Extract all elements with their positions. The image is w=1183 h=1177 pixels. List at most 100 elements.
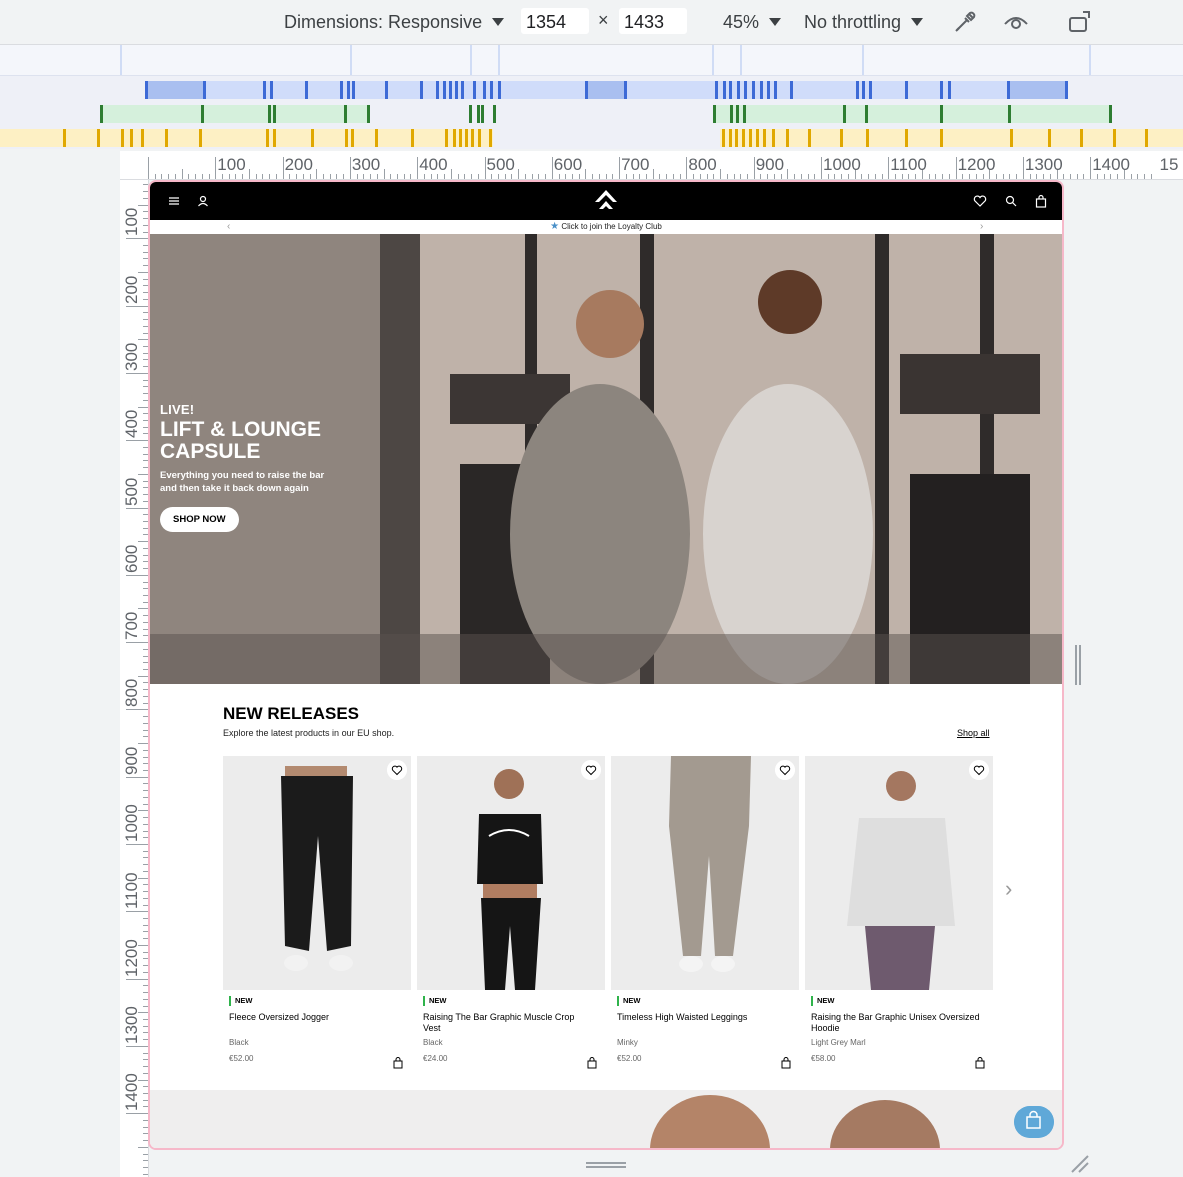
product-color: Light Grey Marl: [811, 1038, 866, 1047]
ruler-tick: [126, 978, 148, 980]
ruler-tick: [168, 174, 170, 179]
product-card[interactable]: NEW Raising The Bar Graphic Muscle Crop …: [417, 756, 605, 1076]
ruler-tick: [518, 169, 520, 179]
hero-banner[interactable]: LIVE! LIFT & LOUNGE CAPSULE Everything y…: [150, 234, 1062, 684]
height-input[interactable]: 1433: [619, 8, 687, 34]
ruler-label: 900: [122, 746, 141, 775]
max-width-bar[interactable]: [0, 81, 1183, 99]
product-name[interactable]: Fleece Oversized Jogger: [229, 1012, 399, 1023]
ruler-label: 1000: [122, 804, 141, 842]
resize-corner-icon[interactable]: [1068, 1152, 1090, 1174]
ruler-tick: [410, 174, 412, 179]
caret-down-icon: [492, 18, 505, 26]
width-input[interactable]: 1354: [521, 8, 589, 34]
zoom-label: 45%: [723, 11, 760, 32]
min-max-width-bar[interactable]: [0, 105, 1183, 123]
ruler-label: 1100: [122, 872, 141, 910]
throttling-dropdown[interactable]: No throttling: [804, 10, 924, 34]
wishlist-heart-icon[interactable]: [969, 760, 989, 780]
ruler-tick: [1009, 174, 1011, 179]
ruler-label: 900: [755, 155, 785, 174]
ruler-tick: [282, 157, 284, 179]
ruler-tick: [138, 204, 148, 206]
ruler-tick: [126, 776, 148, 778]
wishlist-heart-icon[interactable]: [581, 760, 601, 780]
product-card[interactable]: NEW Raising the Bar Graphic Unisex Overs…: [805, 756, 993, 1076]
ruler-tick: [881, 174, 883, 179]
throttling-label: No throttling: [804, 11, 902, 32]
ruler-tick: [666, 174, 668, 179]
eye-icon[interactable]: [1002, 8, 1030, 36]
product-image[interactable]: [611, 756, 799, 990]
carousel-next-icon[interactable]: ›: [1005, 876, 1012, 902]
eyedropper-icon[interactable]: [951, 8, 979, 36]
ruler-tick: [1063, 174, 1065, 179]
ruler-tick: [138, 608, 148, 610]
announcement-bar[interactable]: ‹ ★ Click to join the Loyalty Club ›: [150, 220, 1062, 234]
zoom-dropdown[interactable]: 45%: [723, 10, 782, 34]
chat-bag-button[interactable]: [1014, 1106, 1054, 1138]
ruler-tick: [126, 305, 148, 307]
ruler-tick: [1144, 174, 1146, 179]
product-card[interactable]: NEW Timeless High Waisted Leggings Minky…: [611, 756, 799, 1076]
ruler-tick: [126, 1113, 148, 1115]
dimensions-dropdown[interactable]: Dimensions: Responsive: [284, 10, 505, 34]
product-image[interactable]: [223, 756, 411, 990]
ruler-tick: [585, 169, 587, 179]
new-badge: NEW: [229, 996, 253, 1006]
resize-handle-right[interactable]: [1073, 645, 1083, 685]
wishlist-heart-icon[interactable]: [775, 760, 795, 780]
logo-icon[interactable]: [592, 186, 620, 214]
ruler-tick: [1090, 157, 1092, 179]
product-image[interactable]: [805, 756, 993, 990]
ruler-tick: [484, 157, 486, 179]
ruler-tick: [126, 709, 148, 711]
ruler-tick: [195, 174, 197, 179]
ruler-tick: [188, 174, 190, 179]
shop-all-link[interactable]: Shop all: [957, 728, 990, 738]
media-query-bars: [0, 45, 1183, 149]
search-icon[interactable]: [1003, 193, 1019, 209]
lower-banner[interactable]: [150, 1090, 1062, 1148]
ruler-tick: [1150, 174, 1152, 179]
ruler-tick: [948, 174, 950, 179]
product-color: Black: [229, 1038, 249, 1047]
ruler-tick: [208, 174, 210, 179]
shop-now-button[interactable]: SHOP NOW: [160, 507, 239, 532]
announcement-text[interactable]: Click to join the Loyalty Club: [561, 222, 662, 231]
quick-add-bag-icon[interactable]: [971, 1054, 989, 1072]
quick-add-bag-icon[interactable]: [583, 1054, 601, 1072]
chevron-right-icon[interactable]: ›: [980, 220, 983, 234]
resize-handle-bottom[interactable]: [586, 1160, 626, 1170]
account-icon[interactable]: [195, 193, 211, 209]
ruler-tick: [787, 169, 789, 179]
ruler-tick: [383, 169, 385, 179]
times-separator: ×: [598, 10, 609, 30]
caret-down-icon: [769, 18, 782, 26]
ruler-label: 400: [122, 409, 141, 439]
ruler-tick: [126, 507, 148, 509]
ruler-tick: [138, 473, 148, 475]
product-card[interactable]: NEW Fleece Oversized Jogger Black €52.00: [223, 756, 411, 1076]
min-width-bar[interactable]: [0, 129, 1183, 147]
rotate-device-icon[interactable]: [1067, 8, 1095, 36]
ruler-tick: [652, 169, 654, 179]
product-image[interactable]: [417, 756, 605, 990]
product-name[interactable]: Raising the Bar Graphic Unisex Oversized…: [811, 1012, 981, 1034]
bag-icon[interactable]: [1033, 193, 1049, 209]
menu-icon[interactable]: [166, 193, 182, 209]
ruler-tick: [403, 174, 405, 179]
quick-add-bag-icon[interactable]: [389, 1054, 407, 1072]
ruler-tick: [336, 174, 338, 179]
wishlist-icon[interactable]: [972, 193, 988, 209]
ruler-tick: [343, 174, 345, 179]
new-badge: NEW: [617, 996, 641, 1006]
product-name[interactable]: Timeless High Waisted Leggings: [617, 1012, 787, 1023]
ruler-tick: [138, 339, 148, 341]
ruler-tick: [143, 1167, 148, 1169]
product-name[interactable]: Raising The Bar Graphic Muscle Crop Vest: [423, 1012, 593, 1034]
chevron-left-icon[interactable]: ‹: [227, 220, 230, 234]
wishlist-heart-icon[interactable]: [387, 760, 407, 780]
quick-add-bag-icon[interactable]: [777, 1054, 795, 1072]
ruler-tick: [126, 844, 148, 845]
